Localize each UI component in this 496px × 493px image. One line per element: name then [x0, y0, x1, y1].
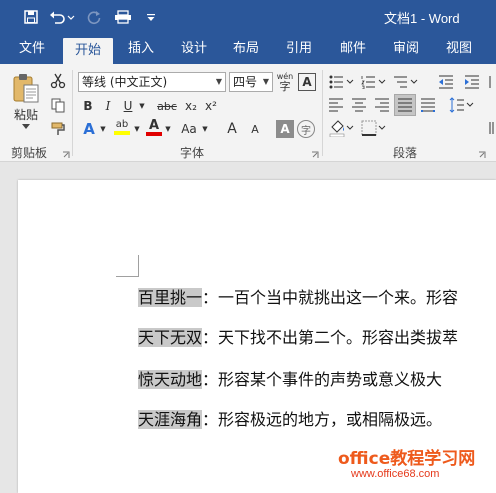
save-icon[interactable]: [20, 6, 42, 28]
watermark-title: office教程学习网: [338, 449, 476, 469]
margin-mark: [138, 255, 139, 277]
text-effects-icon[interactable]: A: [80, 119, 98, 139]
paste-dropdown-icon[interactable]: [20, 122, 32, 132]
decrease-indent-icon[interactable]: [436, 72, 456, 92]
watermark-url: www.office68.com: [351, 468, 440, 480]
tab-mailings[interactable]: 邮件: [333, 34, 373, 64]
format-painter-icon[interactable]: [48, 119, 68, 139]
highlight-color-bar: [114, 131, 130, 135]
cut-icon[interactable]: [48, 71, 68, 91]
shrink-font-icon[interactable]: A: [246, 119, 264, 139]
text-line[interactable]: 天下无双：天下找不出第二个。形容出类拔萃: [138, 320, 458, 356]
chevron-down-icon: ▼: [262, 77, 269, 86]
show-marks-icon-partial[interactable]: [484, 118, 496, 138]
align-right-icon[interactable]: [372, 95, 392, 115]
subscript-button[interactable]: x₂: [182, 96, 200, 116]
text-line[interactable]: 惊天动地：形容某个事件的声势或意义极大: [138, 362, 442, 398]
clipboard-launcher-icon[interactable]: [62, 148, 70, 158]
font-name-value: 等线 (中文正文): [82, 75, 168, 89]
definition-text: ：形容某个事件的声势或意义极大: [202, 370, 443, 389]
tab-review[interactable]: 审阅: [386, 34, 426, 64]
shading-icon[interactable]: [328, 118, 356, 138]
strikethrough-button[interactable]: abc: [155, 96, 179, 116]
definition-text: ：形容极远的地方，或相隔极远。: [202, 410, 443, 429]
underline-button[interactable]: U: [119, 96, 137, 116]
tab-insert[interactable]: 插入: [121, 34, 161, 64]
chevron-down-icon[interactable]: ▼: [137, 96, 147, 116]
chevron-down-icon[interactable]: ▼: [163, 119, 173, 139]
phonetic-guide-char: 字: [279, 79, 291, 93]
font-launcher-icon[interactable]: [311, 148, 319, 158]
text-line[interactable]: 百里挑一：一百个当中就挑出这一个来。形容: [138, 280, 458, 316]
align-center-icon[interactable]: [349, 95, 369, 115]
highlight-color-icon[interactable]: ab: [112, 117, 132, 137]
font-name-combo[interactable]: 等线 (中文正文) ▼: [78, 72, 226, 92]
group-separator: [72, 70, 73, 156]
term-selected[interactable]: 惊天动地: [138, 370, 203, 389]
text-line[interactable]: 天涯海角：形容极远的地方，或相隔极远。: [138, 402, 442, 438]
align-left-icon[interactable]: [326, 95, 346, 115]
justify-icon[interactable]: [394, 94, 416, 116]
font-size-combo[interactable]: 四号 ▼: [229, 72, 273, 92]
undo-icon[interactable]: [48, 6, 76, 28]
copy-icon[interactable]: [48, 95, 68, 115]
tab-home[interactable]: 开始: [63, 38, 113, 64]
grow-font-icon[interactable]: A: [222, 119, 242, 139]
phonetic-guide-icon[interactable]: wén 字: [275, 72, 295, 92]
definition-text: ：天下找不出第二个。形容出类拔萃: [202, 328, 459, 347]
term-selected[interactable]: 天下无双: [138, 328, 203, 347]
tab-file[interactable]: 文件: [11, 34, 53, 64]
margin-mark: [116, 276, 138, 277]
ribbon-tabs: 文件 开始 插入 设计 布局 引用 邮件 审阅 视图: [0, 34, 496, 64]
distributed-icon[interactable]: [418, 95, 438, 115]
paste-label[interactable]: 粘贴: [8, 106, 44, 122]
tab-references[interactable]: 引用: [279, 34, 319, 64]
definition-text: ：一百个当中就挑出这一个来。形容: [202, 288, 459, 307]
paragraph-launcher-icon[interactable]: [478, 148, 486, 158]
borders-icon[interactable]: [360, 118, 388, 138]
line-spacing-icon[interactable]: [448, 95, 476, 115]
font-size-value: 四号: [233, 75, 258, 89]
window-title: 文档1 - Word: [384, 11, 460, 26]
sort-icon-partial[interactable]: [484, 72, 496, 92]
chevron-down-icon[interactable]: ▼: [200, 119, 210, 139]
ribbon: 粘贴 剪贴板 等线 (中文正文) ▼ 四号 ▼ wén 字 A B I U ▼ …: [0, 64, 496, 162]
tab-design[interactable]: 设计: [174, 34, 214, 64]
multilevel-list-icon[interactable]: [392, 72, 420, 92]
superscript-button[interactable]: x²: [202, 96, 220, 116]
font-color-glyph: A: [148, 117, 160, 133]
font-color-icon[interactable]: A: [145, 117, 163, 137]
term-selected[interactable]: 天涯海角: [138, 410, 203, 429]
paragraph-group-label: 段落: [393, 146, 418, 160]
group-separator: [322, 70, 323, 156]
character-shading-icon[interactable]: A: [276, 120, 294, 138]
chevron-down-icon[interactable]: ▼: [132, 119, 142, 139]
print-preview-icon[interactable]: [112, 6, 134, 28]
numbering-icon[interactable]: [360, 72, 388, 92]
character-border-icon[interactable]: A: [298, 73, 316, 91]
chevron-down-icon: ▼: [215, 77, 222, 86]
highlight-glyph: ab: [115, 119, 129, 130]
font-color-bar: [146, 131, 162, 136]
increase-indent-icon[interactable]: [462, 72, 482, 92]
paste-icon[interactable]: [8, 70, 44, 106]
change-case-icon[interactable]: Aa: [178, 119, 200, 139]
redo-icon[interactable]: [84, 6, 104, 28]
tab-view[interactable]: 视图: [439, 34, 479, 64]
term-selected[interactable]: 百里挑一: [138, 288, 203, 307]
title-bar: 文档1 - Word: [0, 0, 496, 34]
chevron-down-icon[interactable]: ▼: [98, 119, 108, 139]
bullets-icon[interactable]: [328, 72, 356, 92]
tab-layout[interactable]: 布局: [226, 34, 266, 64]
font-group-label: 字体: [180, 146, 205, 160]
italic-button[interactable]: I: [99, 96, 117, 116]
customize-toolbar-icon[interactable]: [144, 6, 158, 28]
bold-button[interactable]: B: [79, 96, 97, 116]
enclose-characters-icon[interactable]: 字: [297, 120, 315, 138]
clipboard-group-label: 剪贴板: [11, 146, 48, 160]
